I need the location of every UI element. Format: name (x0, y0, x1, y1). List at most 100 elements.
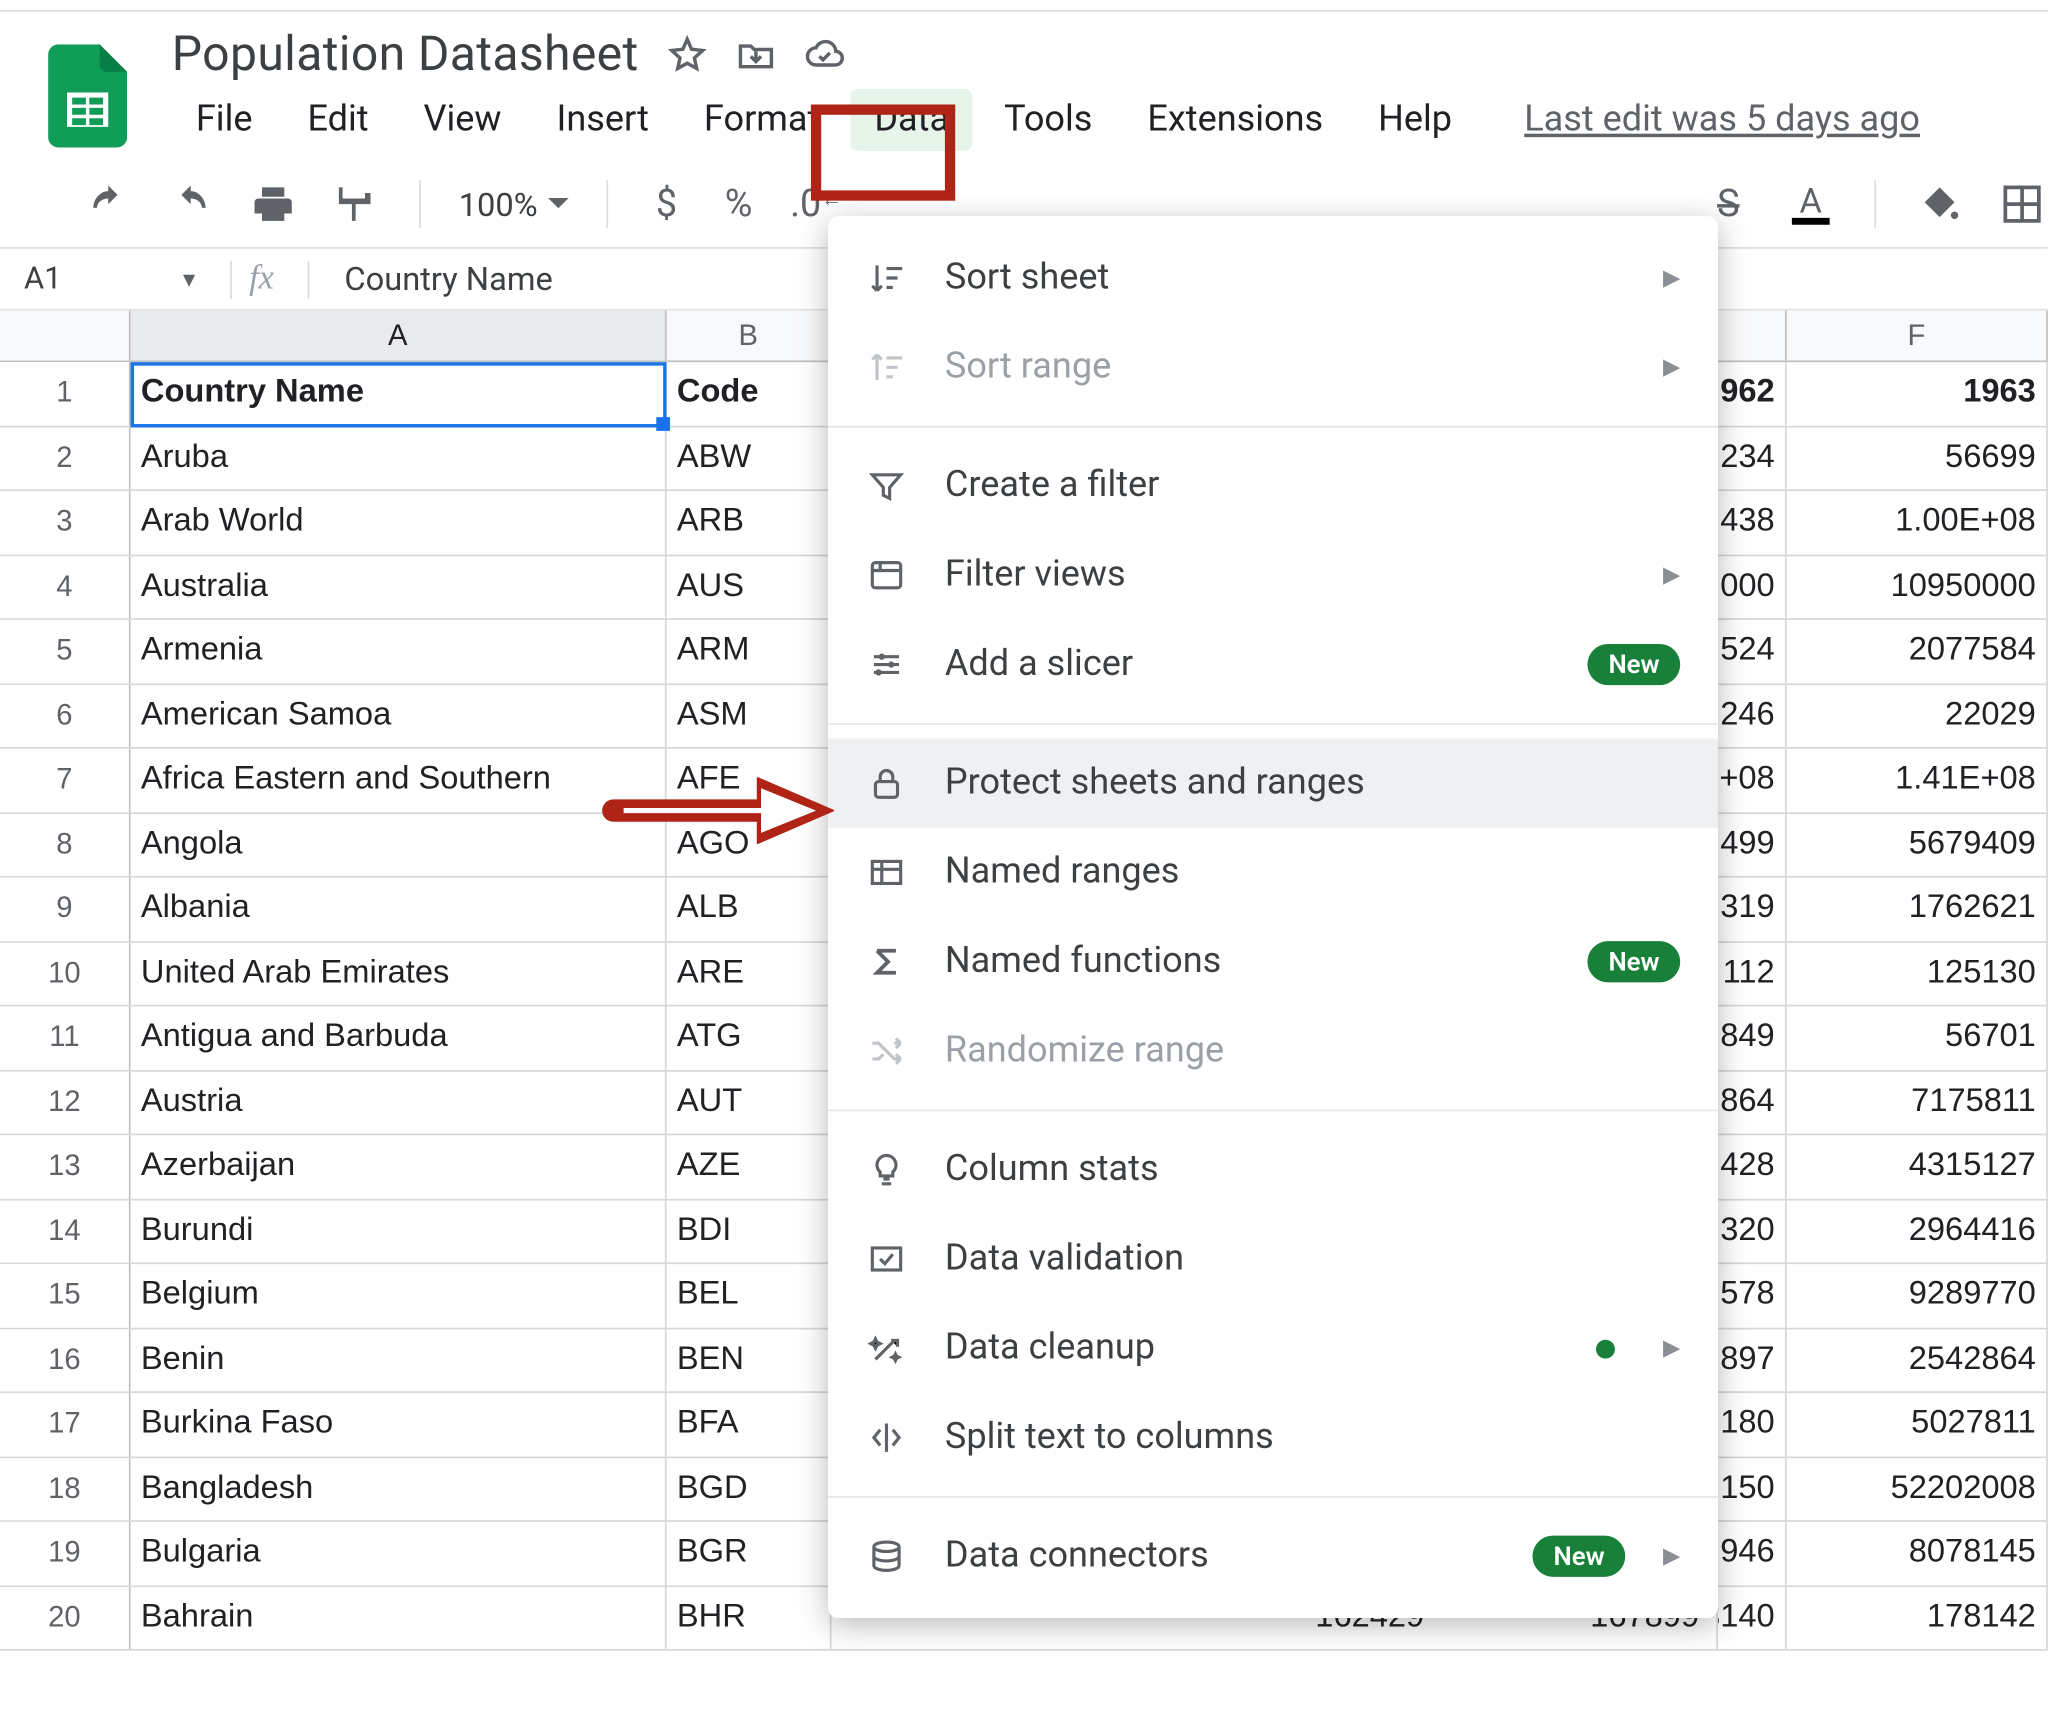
cell[interactable]: 9289770 (1787, 1264, 2048, 1327)
cell[interactable]: 56699 (1787, 427, 2048, 490)
cell[interactable]: 897 (1718, 1329, 1787, 1392)
cell[interactable]: Bulgaria (131, 1522, 667, 1585)
doc-title[interactable]: Population Datasheet (172, 25, 639, 82)
col-header-B[interactable]: B (667, 311, 832, 361)
menu-item-filter-views[interactable]: Filter views▶ (828, 531, 1718, 620)
cell[interactable]: Country Name (131, 362, 667, 425)
cell[interactable]: 150 (1718, 1457, 1787, 1520)
cell[interactable]: ATG (667, 1006, 832, 1069)
format-percent-button[interactable]: % (718, 183, 759, 226)
cell[interactable]: Burkina Faso (131, 1393, 667, 1456)
cell[interactable]: Australia (131, 555, 667, 618)
cell[interactable]: BDI (667, 1200, 832, 1263)
cell[interactable]: BGR (667, 1522, 832, 1585)
cell[interactable]: BEL (667, 1264, 832, 1327)
cell[interactable]: Bahrain (131, 1586, 667, 1649)
row-header[interactable]: 20 (0, 1586, 131, 1649)
cell[interactable]: 1.41E+08 (1787, 749, 2048, 812)
menu-item-data-cleanup[interactable]: Data cleanup▶ (828, 1304, 1718, 1393)
cell[interactable]: 1.00E+08 (1787, 491, 2048, 554)
row-header[interactable]: 16 (0, 1329, 131, 1392)
fill-color-button[interactable] (1914, 178, 1966, 230)
cell[interactable]: 962 (1718, 362, 1787, 425)
cell[interactable]: AGO (667, 813, 832, 876)
row-header[interactable]: 13 (0, 1135, 131, 1198)
cell[interactable]: 5679409 (1787, 813, 2048, 876)
row-header[interactable]: 5 (0, 620, 131, 683)
cell[interactable]: ARM (667, 620, 832, 683)
row-header[interactable]: 19 (0, 1522, 131, 1585)
row-header[interactable]: 14 (0, 1200, 131, 1263)
cell[interactable]: 524 (1718, 620, 1787, 683)
cell[interactable]: Austria (131, 1071, 667, 1134)
col-header-E[interactable] (1718, 311, 1787, 361)
cell[interactable]: 438 (1718, 491, 1787, 554)
cell[interactable]: 319 (1718, 878, 1787, 941)
row-header[interactable]: 7 (0, 749, 131, 812)
zoom-select[interactable]: 100% (459, 184, 569, 224)
menu-item-named-ranges[interactable]: Named ranges (828, 828, 1718, 917)
cell[interactable]: 578 (1718, 1264, 1787, 1327)
undo-button[interactable] (82, 178, 134, 230)
cell[interactable]: Armenia (131, 620, 667, 683)
cell[interactable]: Bangladesh (131, 1457, 667, 1520)
cell[interactable]: 000 (1718, 555, 1787, 618)
row-header[interactable]: 2 (0, 427, 131, 490)
select-all-corner[interactable] (0, 311, 131, 361)
cell[interactable]: 22029 (1787, 684, 2048, 747)
cell[interactable]: 849 (1718, 1006, 1787, 1069)
menu-edit[interactable]: Edit (283, 89, 392, 151)
cell[interactable]: 946 (1718, 1522, 1787, 1585)
cell[interactable]: 7175811 (1787, 1071, 2048, 1134)
cell[interactable]: 173140 (1718, 1586, 1787, 1649)
paint-format-button[interactable] (330, 178, 382, 230)
cell[interactable]: 8078145 (1787, 1522, 2048, 1585)
cell[interactable]: ARB (667, 491, 832, 554)
borders-button[interactable] (1996, 178, 2048, 230)
text-color-button[interactable]: A (1785, 178, 1837, 230)
cell[interactable]: 246 (1718, 684, 1787, 747)
col-header-A[interactable]: A (131, 311, 667, 361)
star-icon[interactable] (666, 33, 707, 74)
cell[interactable]: Arab World (131, 491, 667, 554)
menu-help[interactable]: Help (1354, 89, 1476, 151)
cell[interactable]: 112 (1718, 942, 1787, 1005)
cell[interactable]: ASM (667, 684, 832, 747)
menu-item-data-validation[interactable]: Data validation (828, 1214, 1718, 1303)
cell[interactable]: 499 (1718, 813, 1787, 876)
cell[interactable]: 2077584 (1787, 620, 2048, 683)
row-header[interactable]: 8 (0, 813, 131, 876)
menu-item-sort-sheet[interactable]: Sort sheet▶ (828, 233, 1718, 322)
row-header[interactable]: 11 (0, 1006, 131, 1069)
cell[interactable]: 180 (1718, 1393, 1787, 1456)
menu-view[interactable]: View (399, 89, 525, 151)
cell[interactable]: BHR (667, 1586, 832, 1649)
cell[interactable]: 234 (1718, 427, 1787, 490)
row-header[interactable]: 6 (0, 684, 131, 747)
cell[interactable]: ABW (667, 427, 832, 490)
cell[interactable]: ALB (667, 878, 832, 941)
menu-item-create-a-filter[interactable]: Create a filter (828, 441, 1718, 530)
menu-extensions[interactable]: Extensions (1123, 89, 1347, 151)
menu-tools[interactable]: Tools (980, 89, 1116, 151)
menu-format[interactable]: Format (680, 89, 844, 151)
print-button[interactable] (247, 178, 299, 230)
cell[interactable]: 2542864 (1787, 1329, 2048, 1392)
cell[interactable]: Azerbaijan (131, 1135, 667, 1198)
format-currency-button[interactable]: $ (646, 183, 687, 226)
name-box[interactable]: A1▼ (0, 261, 213, 297)
sheets-logo[interactable] (48, 44, 127, 147)
cell[interactable]: AZE (667, 1135, 832, 1198)
cell[interactable]: Angola (131, 813, 667, 876)
cell[interactable]: Code (667, 362, 832, 425)
row-header[interactable]: 18 (0, 1457, 131, 1520)
menu-item-named-functions[interactable]: Named functionsNew (828, 917, 1718, 1006)
cell[interactable]: 4315127 (1787, 1135, 2048, 1198)
cell[interactable]: 56701 (1787, 1006, 2048, 1069)
cell[interactable]: 10950000 (1787, 555, 2048, 618)
menu-item-split-text-to-columns[interactable]: Split text to columns (828, 1393, 1718, 1482)
cell[interactable]: Aruba (131, 427, 667, 490)
redo-button[interactable] (165, 178, 217, 230)
cell[interactable]: 125130 (1787, 942, 2048, 1005)
menu-item-add-a-slicer[interactable]: Add a slicerNew (828, 620, 1718, 709)
